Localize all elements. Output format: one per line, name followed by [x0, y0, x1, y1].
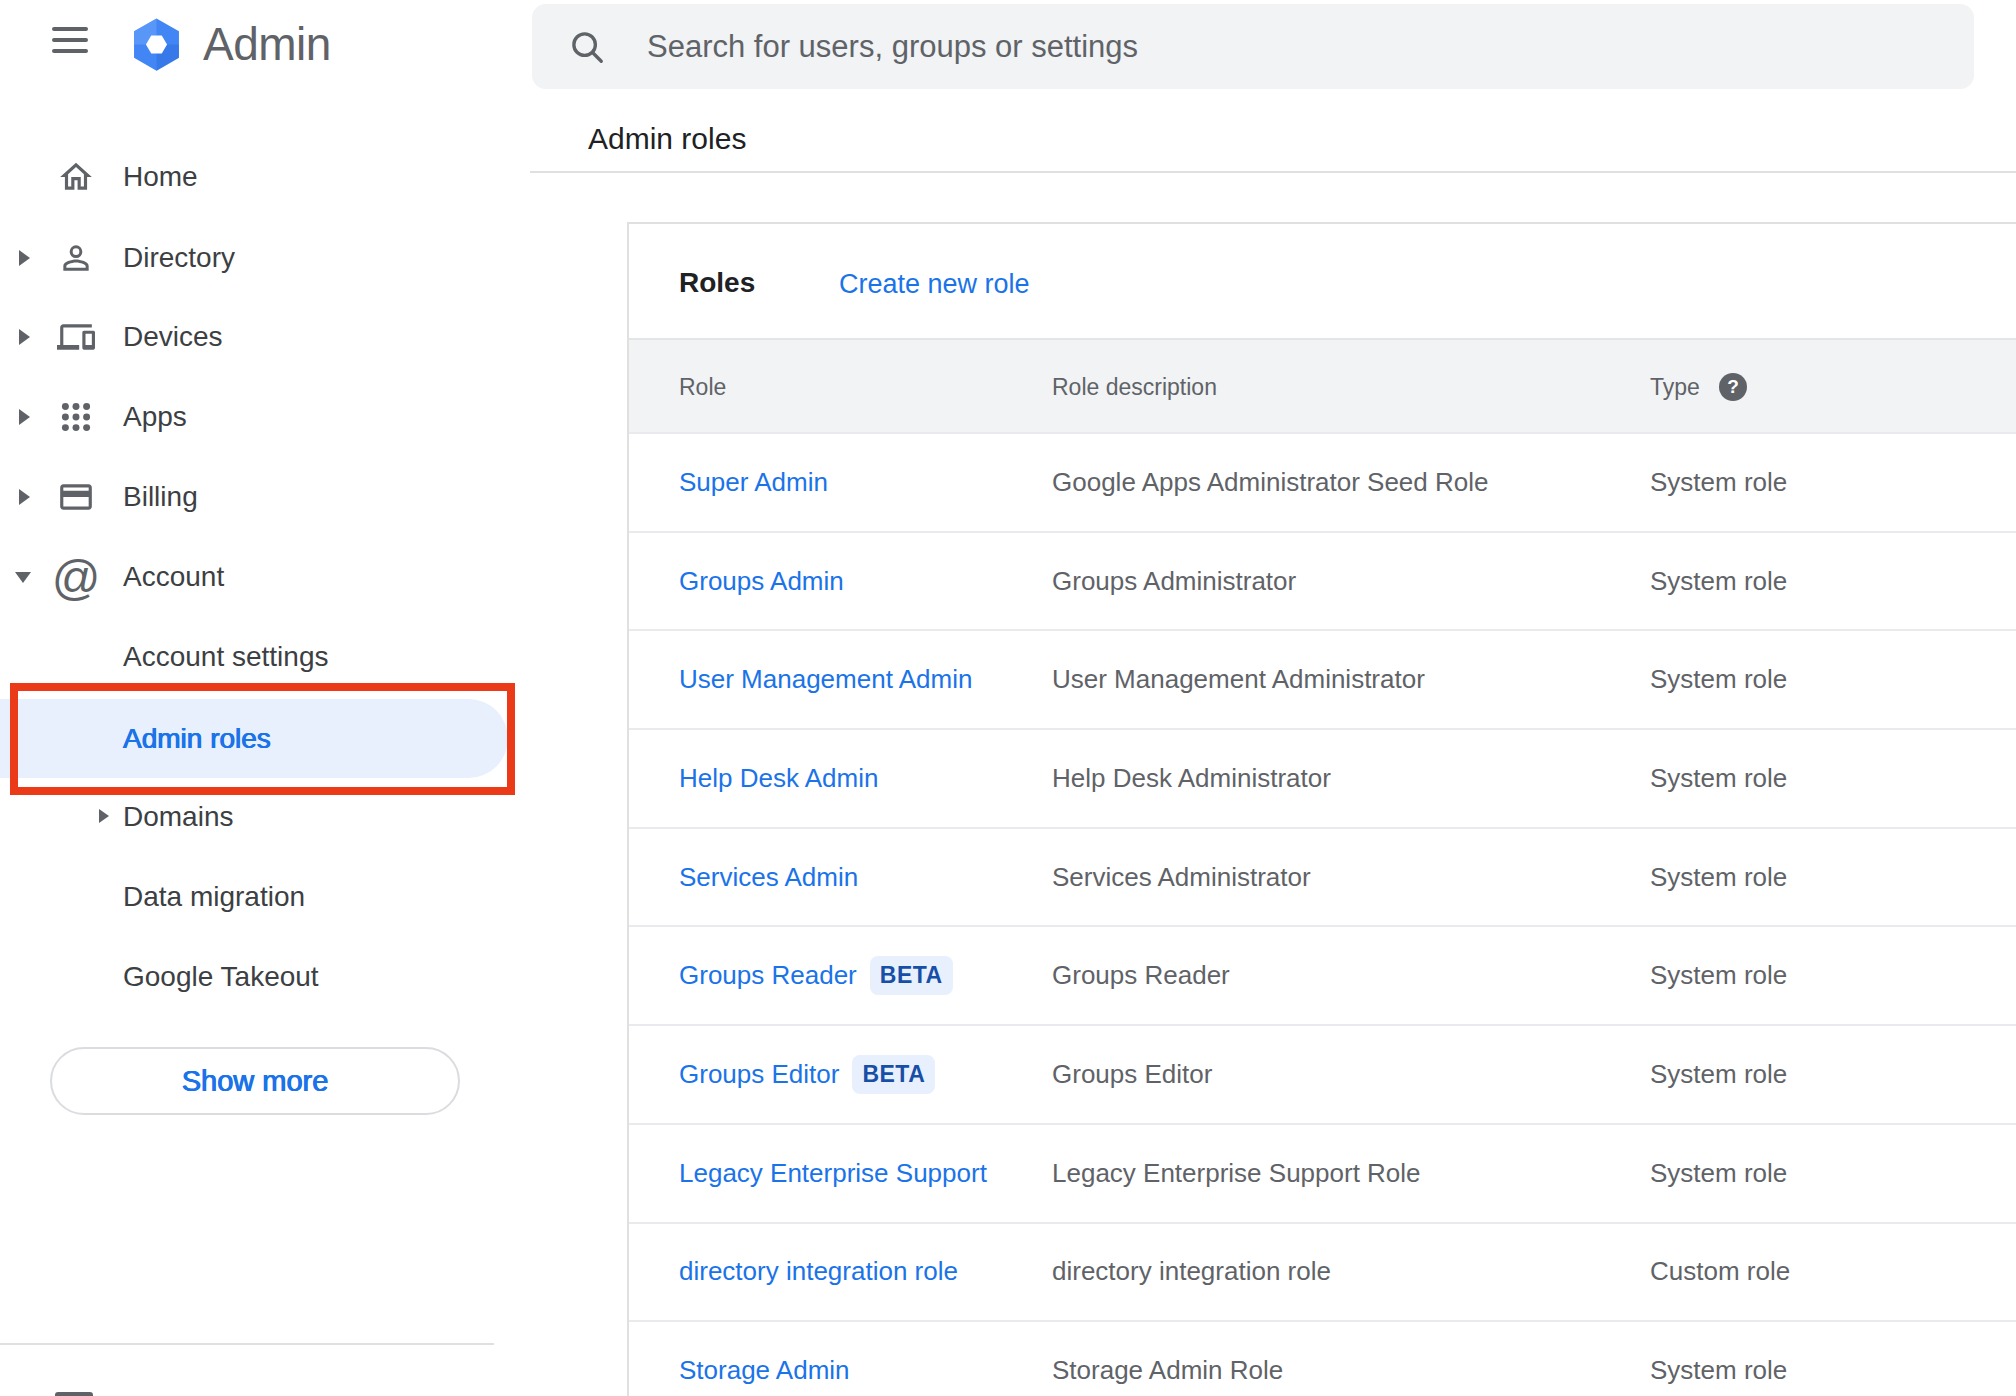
sidebar-item-apps[interactable]: Apps — [0, 377, 500, 457]
sidebar-item-home[interactable]: Home — [0, 137, 500, 217]
sidebar-divider — [0, 1343, 494, 1345]
collapse-arrow-icon[interactable] — [15, 572, 31, 583]
role-type: System role — [1650, 434, 1787, 531]
menu-button[interactable] — [52, 27, 88, 55]
sidebar-item-label: Devices — [123, 321, 223, 353]
role-type: Custom role — [1650, 1224, 1790, 1321]
role-description: directory integration role — [1052, 1224, 1331, 1321]
role-link[interactable]: directory integration role — [679, 1256, 958, 1287]
table-row: Help Desk Admin Help Desk Administrator … — [629, 728, 2016, 827]
help-icon[interactable]: ? — [1719, 373, 1747, 401]
sidebar-item-devices[interactable]: Devices — [0, 297, 500, 377]
role-link[interactable]: Help Desk Admin — [679, 763, 878, 794]
card-title: Roles — [679, 267, 755, 299]
beta-badge: BETA — [852, 1055, 935, 1094]
table-row: Groups Reader BETA Groups Reader System … — [629, 925, 2016, 1024]
role-link[interactable]: User Management Admin — [679, 664, 972, 695]
sidebar-item-label: Domains — [123, 801, 233, 833]
sidebar-item-label: Google Takeout — [123, 961, 319, 993]
role-description: Services Administrator — [1052, 829, 1311, 926]
role-link[interactable]: Services Admin — [679, 862, 858, 893]
sidebar-item-label: Apps — [123, 401, 187, 433]
hamburger-icon — [52, 27, 88, 31]
roles-table: Super Admin Google Apps Administrator Se… — [629, 432, 2016, 1396]
admin-logo-icon — [128, 17, 185, 72]
show-more-button[interactable]: Show more — [50, 1047, 460, 1115]
table-row: Storage Admin Storage Admin Role System … — [629, 1320, 2016, 1396]
sidebar-item-label: Directory — [123, 242, 235, 274]
column-header-description: Role description — [1052, 340, 1217, 434]
sidebar-item-google-takeout[interactable]: Google Takeout — [0, 937, 500, 1017]
breadcrumb: Admin roles — [588, 122, 746, 156]
apps-icon — [57, 398, 95, 436]
table-row: Groups Admin Groups Administrator System… — [629, 531, 2016, 630]
role-description: Legacy Enterprise Support Role — [1052, 1125, 1421, 1222]
role-type: System role — [1650, 927, 1787, 1024]
sidebar-item-billing[interactable]: Billing — [0, 457, 500, 537]
create-new-role-link[interactable]: Create new role — [839, 269, 1030, 300]
role-type: System role — [1650, 730, 1787, 827]
expand-arrow-icon[interactable] — [19, 409, 30, 425]
at-icon: @ — [57, 558, 95, 596]
google-admin-console: Admin Home Directory Devices — [0, 0, 2016, 1396]
sidebar-item-data-migration[interactable]: Data migration — [0, 857, 500, 937]
roles-card: Roles Create new role Role Role descript… — [627, 222, 2016, 1396]
role-description: Groups Reader — [1052, 927, 1230, 1024]
role-link[interactable]: Super Admin — [679, 467, 828, 498]
role-description: User Management Administrator — [1052, 631, 1425, 728]
role-link[interactable]: Groups Admin — [679, 566, 844, 597]
partial-icon — [55, 1392, 93, 1396]
role-type: System role — [1650, 533, 1787, 630]
role-description: Storage Admin Role — [1052, 1322, 1283, 1396]
sidebar-item-label: Account settings — [123, 641, 328, 673]
table-row: Super Admin Google Apps Administrator Se… — [629, 432, 2016, 531]
role-link[interactable]: Groups Editor — [679, 1059, 839, 1090]
role-description: Google Apps Administrator Seed Role — [1052, 434, 1488, 531]
search-input[interactable]: Search for users, groups or settings — [647, 4, 1138, 89]
role-type: System role — [1650, 1026, 1787, 1123]
role-link[interactable]: Groups Reader — [679, 960, 857, 991]
sidebar-item-label: Billing — [123, 481, 198, 513]
sidebar-item-account[interactable]: @ Account — [0, 537, 500, 617]
credit-card-icon — [57, 478, 95, 516]
column-header-role: Role — [679, 340, 726, 434]
home-icon — [57, 158, 95, 196]
content-divider — [530, 171, 2016, 173]
role-link[interactable]: Storage Admin — [679, 1355, 850, 1386]
table-row: directory integration role directory int… — [629, 1222, 2016, 1321]
role-type: System role — [1650, 631, 1787, 728]
table-row: Legacy Enterprise Support Legacy Enterpr… — [629, 1123, 2016, 1222]
expand-arrow-icon[interactable] — [19, 329, 30, 345]
role-description: Help Desk Administrator — [1052, 730, 1331, 827]
sidebar-item-label: Home — [123, 161, 198, 193]
expand-arrow-icon[interactable] — [19, 250, 30, 266]
role-type: System role — [1650, 829, 1787, 926]
sidebar-item-label: Data migration — [123, 881, 305, 913]
expand-arrow-icon[interactable] — [99, 809, 109, 823]
search-bar[interactable]: Search for users, groups or settings — [532, 4, 1974, 89]
brand-title: Admin — [203, 13, 331, 75]
expand-arrow-icon[interactable] — [19, 489, 30, 505]
devices-icon — [57, 318, 95, 356]
role-description: Groups Administrator — [1052, 533, 1296, 630]
table-row: User Management Admin User Management Ad… — [629, 629, 2016, 728]
role-type: System role — [1650, 1322, 1787, 1396]
table-row: Groups Editor BETA Groups Editor System … — [629, 1024, 2016, 1123]
annotation-box — [10, 683, 515, 795]
table-row: Services Admin Services Administrator Sy… — [629, 827, 2016, 926]
sidebar: Admin Home Directory Devices — [0, 0, 530, 1396]
column-header-type: Type — [1650, 340, 1700, 434]
role-type: System role — [1650, 1125, 1787, 1222]
role-description: Groups Editor — [1052, 1026, 1212, 1123]
search-icon — [568, 28, 606, 66]
sidebar-item-directory[interactable]: Directory — [0, 218, 500, 298]
beta-badge: BETA — [870, 956, 953, 995]
person-icon — [57, 239, 95, 277]
sidebar-item-label: Account — [123, 561, 224, 593]
role-link[interactable]: Legacy Enterprise Support — [679, 1158, 987, 1189]
table-header: Role Role description Type ? — [629, 338, 2016, 432]
